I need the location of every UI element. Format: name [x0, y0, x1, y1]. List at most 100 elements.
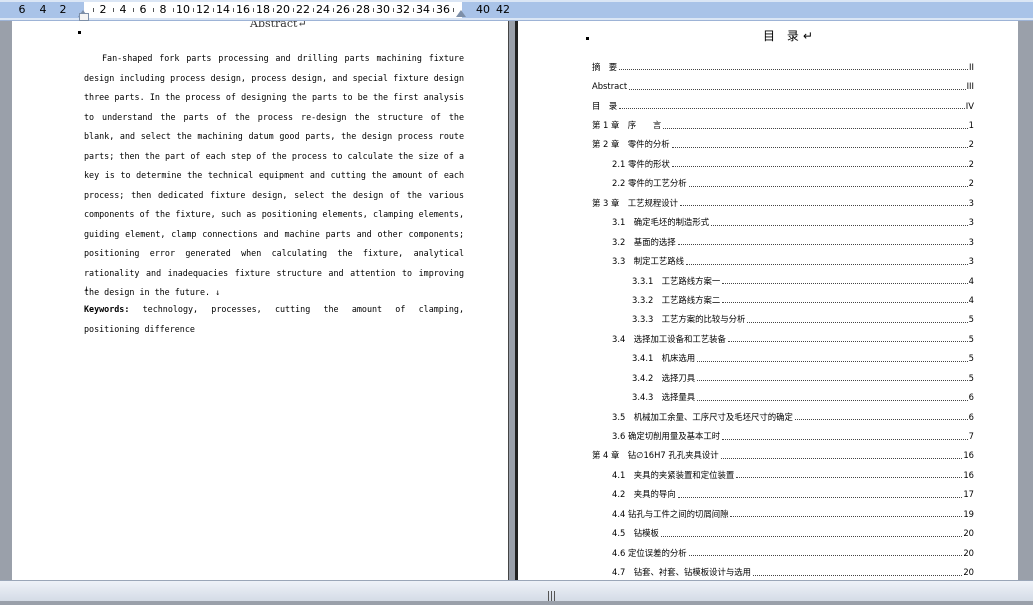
scroll-area[interactable] [1018, 21, 1033, 580]
toc-leader-dots [671, 146, 968, 148]
toc-entry[interactable]: 3.1 确定毛坯的制造形式 3 [592, 213, 974, 232]
toc-entry[interactable]: 3.5 机械加工余量、工序尺寸及毛坯尺寸的确定 6 [592, 407, 974, 426]
page-right[interactable]: 目 录↵ 摘 要 II Abstract III 目 录 IV 第 1 章 序 言 1 第 2 … [515, 21, 1020, 580]
toc-entry[interactable]: 2.2 零件的工艺分析 2 [592, 174, 974, 193]
toc-entry[interactable]: 3.4 选择加工设备和工艺装备 5 [592, 329, 974, 348]
toc-entry-label: 3.6 确定切削用量及基本工时 [612, 430, 722, 443]
toc-leader-dots [752, 574, 963, 576]
toc-entry[interactable]: 3.6 确定切削用量及基本工时 7 [592, 426, 974, 445]
toc-entry-label: 目 录 [592, 99, 619, 112]
toc-entry[interactable]: 摘 要 II [592, 57, 974, 76]
ruler-number: 32 [396, 3, 410, 16]
toc-entry-label: 3.2 基面的选择 [612, 235, 677, 248]
toc-entry-label: 3.3.3 工艺方案的比较与分析 [632, 313, 747, 326]
toc-entry-label: 第 1 章 序 言 [592, 119, 663, 132]
ruler-number: 6 [18, 3, 26, 16]
toc-entry[interactable]: 第 2 章 零件的分析 2 [592, 135, 974, 154]
toc-entry[interactable]: 2.1 零件的形状 2 [592, 154, 974, 173]
toc-entry-page: 20 [963, 567, 974, 578]
toc-entry[interactable]: 4.6 定位误差的分析 20 [592, 543, 974, 562]
toc-entry-label: 第 2 章 零件的分析 [592, 138, 671, 151]
ruler-tick [153, 8, 154, 12]
ruler-number: 24 [316, 3, 330, 16]
ruler-tick [293, 8, 294, 12]
toc-entry-page: 2 [968, 139, 974, 150]
toc-entry-page: 3 [968, 236, 974, 247]
toc-entry[interactable]: 4.2 夹具的导向 17 [592, 485, 974, 504]
ruler-tick [453, 8, 454, 12]
toc-leader-dots [722, 302, 968, 304]
toc-leader-dots [697, 380, 968, 382]
toc-entry-page: 5 [968, 333, 974, 344]
toc-entry-page: 3 [968, 256, 974, 267]
toc-entry-label: 3.4.3 选择量具 [632, 391, 697, 404]
ruler-number: 30 [376, 3, 390, 16]
ruler-tick [193, 8, 194, 12]
ruler-number: 26 [336, 3, 350, 16]
toc-entry-label: 2.2 零件的工艺分析 [612, 177, 688, 190]
ruler-number: 34 [416, 3, 430, 16]
toc-entry[interactable]: 4.1 夹具的夹紧装置和定位装置 16 [592, 465, 974, 484]
toc-leader-dots [629, 88, 966, 90]
left-indent-box[interactable] [79, 13, 89, 21]
toc-entry[interactable]: 第 1 章 序 言 1 [592, 115, 974, 134]
page-left[interactable]: Abstract↵ Fan-shaped fork parts processi… [12, 21, 509, 580]
toc-leader-dots [677, 496, 963, 498]
toc-entry[interactable]: 3.3 制定工艺路线 3 [592, 251, 974, 270]
paragraph-mark [78, 31, 81, 34]
empty-line-mark: ↓ [84, 283, 90, 293]
toc-entry[interactable]: 3.3.2 工艺路线方案二 4 [592, 290, 974, 309]
toc-entry-page: 16 [963, 450, 974, 461]
toc-entry[interactable]: Abstract III [592, 76, 974, 95]
ruler-tick [413, 8, 414, 12]
toc-entry-label: 4.5 钻模板 [612, 527, 660, 540]
toc-entry-page: 1 [968, 120, 974, 131]
toc-entry[interactable]: 3.4.3 选择量具 6 [592, 387, 974, 406]
toc-leader-dots [619, 108, 965, 110]
toc-entry-page: 19 [963, 508, 974, 519]
toc-entry-page: 6 [968, 392, 974, 403]
keywords-paragraph: Keywords: technology, processes, cutting… [84, 300, 464, 339]
splitter-grip-icon[interactable] [548, 586, 557, 601]
toc-entry[interactable]: 4.4 钻孔与工件之间的切屑间隙 19 [592, 504, 974, 523]
ruler-tick [133, 8, 134, 12]
toc-entry-label: 3.5 机械加工余量、工序尺寸及毛坯尺寸的确定 [612, 410, 794, 423]
right-indent-marker[interactable] [456, 10, 466, 17]
toc-leader-dots [794, 419, 968, 421]
toc-leader-dots [727, 341, 968, 343]
toc-entry[interactable]: 3.4.2 选择刀具 5 [592, 368, 974, 387]
toc-leader-dots [722, 438, 968, 440]
toc-leader-dots [688, 185, 968, 187]
toc-entry-label: 3.4.1 机床选用 [632, 352, 697, 365]
toc-leader-dots [685, 263, 968, 265]
toc-leader-dots [671, 166, 968, 168]
toc-entry-page: 2 [968, 178, 974, 189]
toc-entry[interactable]: 第 3 章 工艺规程设计 3 [592, 193, 974, 212]
ruler-tick [213, 8, 214, 12]
toc-entry[interactable]: 第 4 章 钻∅16H7 孔孔夹具设计 16 [592, 446, 974, 465]
toc-entry-page: 5 [968, 353, 974, 364]
toc-entry[interactable]: 4.7 钻套、衬套、钻模板设计与选用 20 [592, 562, 974, 580]
ruler-number: 2 [59, 3, 67, 16]
toc-entry[interactable]: 3.3.1 工艺路线方案一 4 [592, 271, 974, 290]
table-of-contents: 摘 要 II Abstract III 目 录 IV 第 1 章 序 言 1 第 2 章 零件的… [592, 57, 974, 580]
paragraph-mark [586, 37, 589, 40]
toc-entry-page: 4 [968, 275, 974, 286]
toc-entry-label: 3.1 确定毛坯的制造形式 [612, 216, 711, 229]
toc-entry[interactable]: 目 录 IV [592, 96, 974, 115]
toc-leader-dots [720, 457, 963, 459]
toc-entry-page: 3 [968, 197, 974, 208]
toc-entry[interactable]: 3.4.1 机床选用 5 [592, 349, 974, 368]
ruler-number: 4 [39, 3, 47, 16]
toc-entry-page: 5 [968, 314, 974, 325]
toc-leader-dots [730, 516, 963, 518]
toc-entry-page: 4 [968, 294, 974, 305]
toc-entry-label: 3.4.2 选择刀具 [632, 371, 697, 384]
ruler-number: 12 [196, 3, 210, 16]
toc-entry-page: IV [965, 100, 974, 111]
ruler-tick [333, 8, 334, 12]
toc-entry[interactable]: 3.2 基面的选择 3 [592, 232, 974, 251]
horizontal-ruler[interactable]: 6 4 2 2 4 6 8 10 12 14 16 18 20 22 24 26 28 30 32 34 36 40 42 [0, 0, 1033, 21]
toc-entry[interactable]: 3.3.3 工艺方案的比较与分析 5 [592, 310, 974, 329]
toc-entry[interactable]: 4.5 钻模板 20 [592, 524, 974, 543]
